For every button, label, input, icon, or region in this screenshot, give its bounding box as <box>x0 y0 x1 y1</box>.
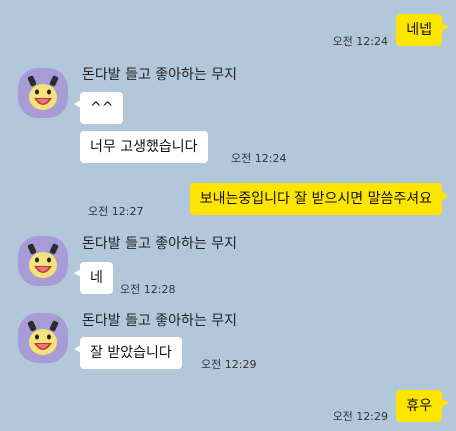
sender-name: 돈다발 들고 좋아하는 무지 <box>82 313 238 329</box>
sender-name: 돈다발 들고 좋아하는 무지 <box>82 67 238 83</box>
message-time: 오전 12:29 <box>332 410 388 423</box>
outgoing-message-bubble[interactable]: 휴우 <box>396 390 442 422</box>
incoming-message-bubble[interactable]: 네 <box>80 262 113 294</box>
incoming-message-bubble[interactable]: ^^ <box>80 92 124 124</box>
sender-avatar[interactable] <box>18 236 68 286</box>
sender-avatar[interactable] <box>18 68 68 118</box>
muzi-holding-money-avatar-icon <box>18 313 68 363</box>
incoming-message-bubble[interactable]: 잘 받았습니다 <box>80 337 182 369</box>
sender-name: 돈다발 들고 좋아하는 무지 <box>82 236 238 252</box>
sender-avatar[interactable] <box>18 313 68 363</box>
message-time: 오전 12:27 <box>88 205 144 218</box>
muzi-holding-money-avatar-icon <box>18 236 68 286</box>
bubble-tail <box>442 399 449 407</box>
message-time: 오전 12:28 <box>120 283 176 296</box>
message-time: 오전 12:24 <box>231 152 287 165</box>
muzi-holding-money-avatar-icon <box>18 68 68 118</box>
bubble-tail <box>442 23 449 31</box>
message-time: 오전 12:29 <box>201 358 257 371</box>
outgoing-message-bubble[interactable]: 네넵 <box>396 14 442 46</box>
bubble-tail <box>442 192 449 200</box>
message-time: 오전 12:24 <box>332 35 388 48</box>
incoming-message-bubble[interactable]: 너무 고생했습니다 <box>80 131 208 163</box>
outgoing-message-bubble[interactable]: 보내는중입니다 잘 받으시면 말씀주셔요 <box>189 183 442 215</box>
